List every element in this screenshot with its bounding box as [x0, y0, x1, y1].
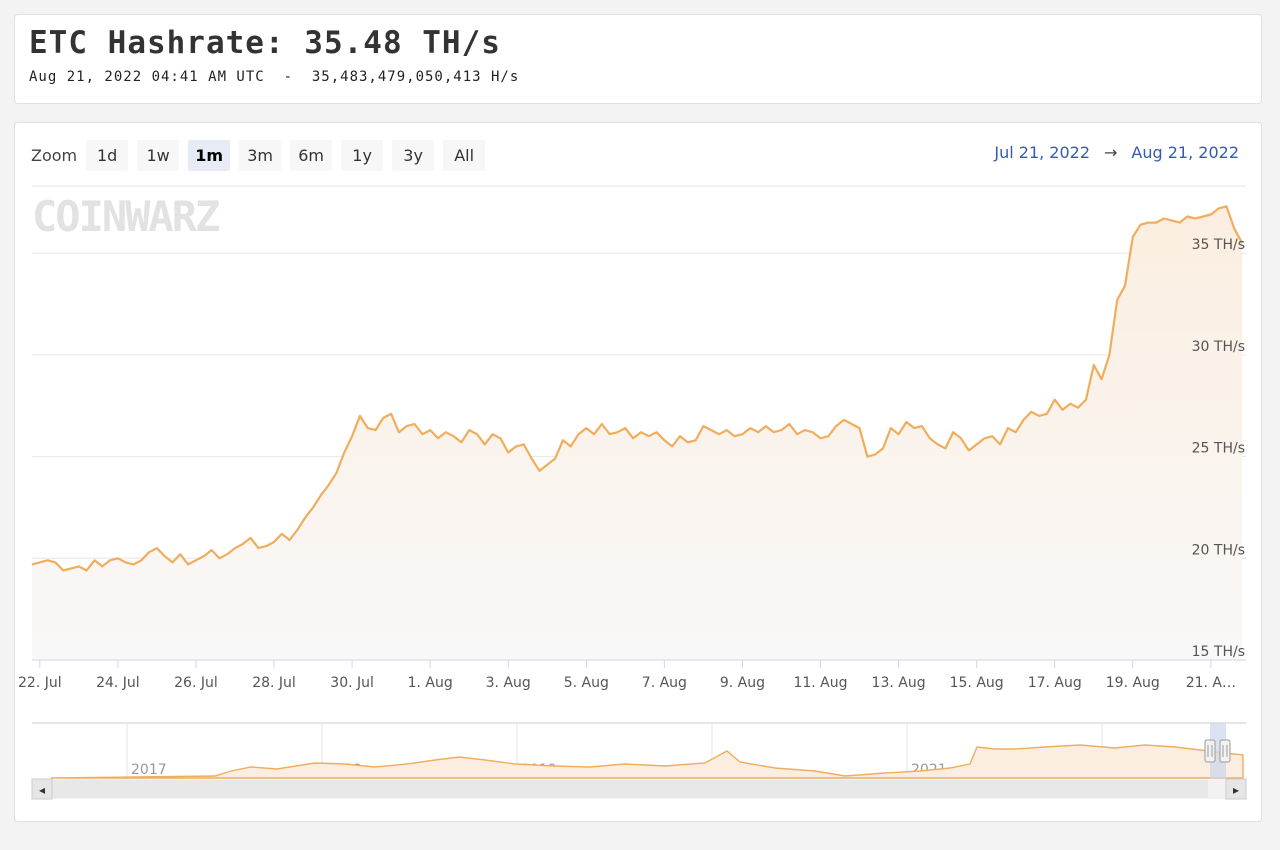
chart-card: Zoom 1d 1w 1m 3m 6m 1y 3y All Jul 21, 20…	[14, 122, 1262, 822]
x-tick-label: 1. Aug	[408, 675, 453, 691]
navigator-left-handle[interactable]	[1204, 739, 1216, 763]
x-tick-label: 28. Jul	[252, 675, 296, 691]
page-title: ETC Hashrate: 35.48 TH/s	[29, 25, 501, 61]
x-tick-label: 30. Jul	[330, 675, 374, 691]
x-tick-label: 5. Aug	[564, 675, 609, 691]
x-tick-label: 3. Aug	[486, 675, 531, 691]
navigator-year-label: 2017	[131, 762, 167, 778]
navigator-right-handle[interactable]	[1219, 739, 1231, 763]
x-tick-label: 24. Jul	[96, 675, 140, 691]
x-tick-label: 21. A…	[1186, 675, 1236, 691]
x-tick-label: 22. Jul	[18, 675, 62, 691]
x-tick-label: 7. Aug	[642, 675, 687, 691]
scroll-left-icon: ◂	[39, 783, 45, 797]
x-tick-label: 15. Aug	[950, 675, 1004, 691]
navigator-scrollbar-thumb[interactable]	[52, 780, 1208, 798]
x-axis-ticks: 22. Jul 24. Jul 26. Jul 28. Jul 30. Jul 1. Au…	[18, 660, 1236, 691]
header-card: ETC Hashrate: 35.48 TH/s Aug 21, 2022 04…	[14, 14, 1262, 104]
page-subtitle: Aug 21, 2022 04:41 AM UTC ‐ 35,483,479,0…	[29, 69, 520, 85]
x-tick-label: 9. Aug	[720, 675, 765, 691]
x-tick-label: 19. Aug	[1106, 675, 1160, 691]
y-tick-label: 35 TH/s	[1192, 237, 1245, 253]
navigator[interactable]: 201720182019202020212022 ◂ ▸	[31, 722, 1247, 800]
x-tick-label: 26. Jul	[174, 675, 218, 691]
x-tick-label: 17. Aug	[1028, 675, 1082, 691]
coinwarz-watermark-logo: COINWARZ	[32, 192, 219, 241]
y-tick-label: 20 TH/s	[1192, 542, 1245, 558]
x-tick-label: 11. Aug	[793, 675, 847, 691]
hashrate-area-fill	[32, 206, 1243, 661]
hashrate-chart: COINWARZ 15 TH/s 20 TH/s 25 TH/s 30 TH/s 35 …	[18, 185, 1247, 800]
y-tick-label: 25 TH/s	[1192, 441, 1245, 457]
y-tick-label: 30 TH/s	[1192, 339, 1245, 355]
scroll-right-icon: ▸	[1233, 783, 1239, 797]
y-tick-label: 15 TH/s	[1192, 644, 1245, 660]
x-tick-label: 13. Aug	[872, 675, 926, 691]
